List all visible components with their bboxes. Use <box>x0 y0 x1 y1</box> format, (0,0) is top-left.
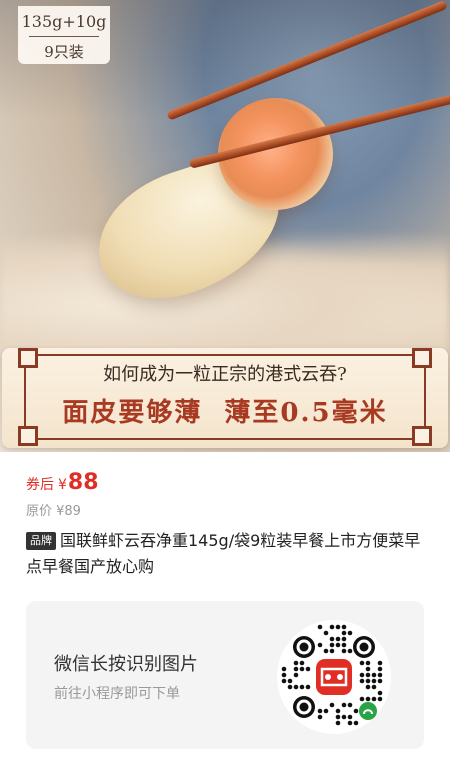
banner-corner-ornament <box>18 426 38 446</box>
product-hero-image: 135g+10g 9只装 如何成为一粒正宗的港式云吞? 面皮要够薄 薄至0.5毫米 <box>0 0 450 452</box>
coupon-price-label: 券后 <box>26 477 54 493</box>
qr-subtext: 前往小程序即可下单 <box>54 686 180 702</box>
banner-claim: 面皮要够薄 薄至0.5毫米 <box>2 392 448 429</box>
badge-weight: 135g+10g <box>21 12 107 31</box>
banner-claim-right: 薄至0.5毫米 <box>224 398 388 428</box>
coupon-price: 88 <box>67 470 99 495</box>
qr-instruction: 微信长按识别图片 <box>54 654 198 675</box>
package-badge: 135g+10g 9只装 <box>18 6 110 64</box>
qr-card: 微信长按识别图片 前往小程序即可下单 <box>26 601 424 749</box>
promo-banner: 如何成为一粒正宗的港式云吞? 面皮要够薄 薄至0.5毫米 <box>2 348 448 448</box>
original-price: 原价 ¥89 <box>26 504 81 519</box>
banner-corner-ornament <box>412 426 432 446</box>
product-title[interactable]: 品牌 国联鲜虾云吞净重145g/袋9粒装早餐上市方便菜早点早餐国产放心购 <box>26 528 426 580</box>
banner-claim-left: 面皮要够薄 <box>62 398 203 428</box>
badge-count: 9只装 <box>44 43 84 61</box>
banner-question: 如何成为一粒正宗的港式云吞? <box>103 364 347 385</box>
currency-symbol: ¥ <box>58 477 67 493</box>
badge-divider <box>29 36 99 37</box>
qr-code-icon <box>277 620 391 734</box>
brand-tag: 品牌 <box>26 532 56 550</box>
wechat-miniprogram-icon <box>359 702 377 720</box>
pinduoduo-logo-icon <box>312 655 356 699</box>
mini-program-qr-code[interactable] <box>276 619 392 735</box>
price-row: 券后 ¥ 88 <box>26 470 99 495</box>
product-title-text: 国联鲜虾云吞净重145g/袋9粒装早餐上市方便菜早点早餐国产放心购 <box>26 531 421 576</box>
